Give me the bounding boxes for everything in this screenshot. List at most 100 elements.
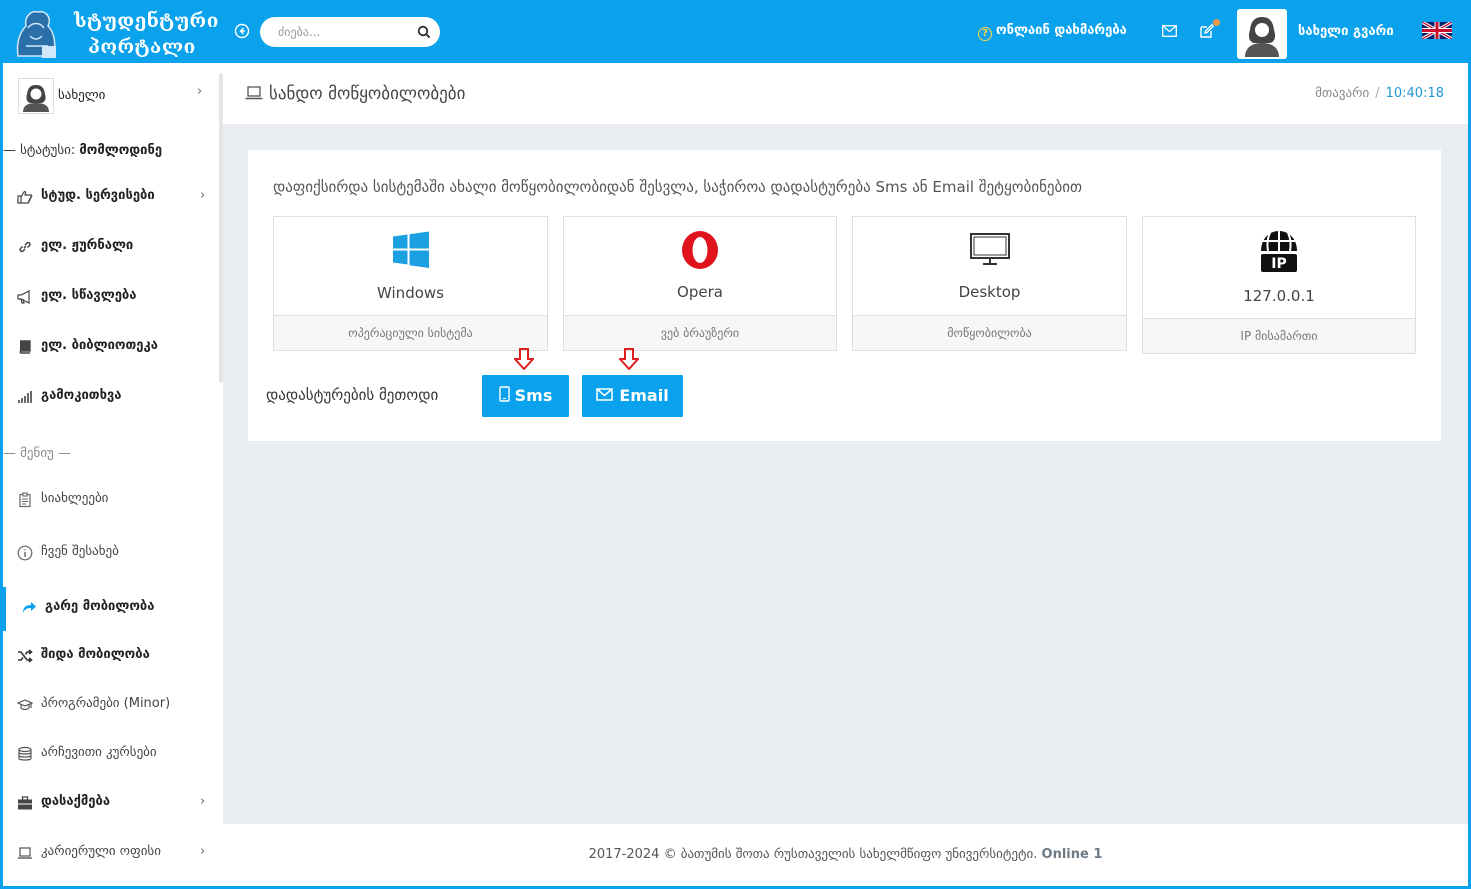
sidebar-item-label: არჩევითი კურსები (41, 745, 157, 760)
sidebar-profile[interactable]: სახელი › (3, 63, 219, 128)
mail-icon[interactable] (1162, 25, 1177, 37)
megaphone-icon (17, 290, 30, 304)
share-arrow-icon (23, 602, 36, 613)
device-card-device: Desktop მოწყობილობა (852, 216, 1127, 351)
briefcase-icon (18, 796, 32, 810)
ip-globe-icon: IP (1261, 231, 1297, 272)
brand-title-line1: სტუდენტური (74, 10, 219, 32)
email-button[interactable]: Email (582, 375, 683, 417)
sidebar-item-e-learning[interactable]: ელ. სწავლება (3, 279, 219, 315)
footer: 2017-2024 © ბათუმის შოთა რუსთაველის სახე… (223, 824, 1468, 886)
laptop-icon (18, 847, 32, 859)
sidebar-item-about-us[interactable]: ჩვენ შესახებ (3, 535, 219, 571)
sidebar-item-label: გამოკითხვა (41, 388, 122, 403)
sidebar-item-label: კარიერული ოფისი (41, 844, 161, 859)
graduation-cap-icon (17, 699, 33, 711)
profile-avatar (18, 78, 54, 114)
status-label: — სტატუსი: (3, 143, 76, 158)
status-value: მომლოდინე (79, 143, 163, 158)
page-header: სანდო მოწყობილობები მთავარი / 10:40:18 (223, 63, 1468, 124)
sidebar-item-e-journal[interactable]: ელ. ჟურნალი (3, 229, 219, 265)
status-line: — სტატუსი: მომლოდინე (3, 143, 162, 158)
sidebar-item-label: სტუდ. სერვისები (41, 188, 155, 203)
device-card-value: Desktop (958, 283, 1021, 301)
chevron-right-icon: › (200, 844, 206, 859)
brand[interactable]: სტუდენტური პორტალი (6, 4, 221, 60)
user-name[interactable]: სახელი გვარი (1298, 24, 1394, 39)
menu-section-label: — მენიუ — (3, 446, 71, 461)
book-icon (19, 340, 31, 354)
sidebar-item-news[interactable]: სიახლეები (3, 482, 219, 518)
chevron-right-icon: › (200, 188, 206, 203)
profile-name: სახელი (58, 88, 106, 103)
user-avatar[interactable] (1237, 9, 1287, 59)
search-icon[interactable] (417, 25, 431, 39)
device-card-caption: ვებ ბრაუზერი (564, 315, 836, 350)
sidebar-item-minor-programs[interactable]: პროგრამები (Minor) (3, 687, 219, 723)
sidebar-item-label: შიდა მობილობა (41, 647, 150, 662)
sidebar-item-label: დასაქმება (41, 794, 111, 809)
device-card-caption: ოპერაციული სისტემა (274, 315, 547, 350)
database-icon (18, 746, 32, 761)
uk-flag-icon[interactable] (1422, 22, 1452, 39)
info-icon (17, 545, 33, 561)
university-logo-icon (16, 10, 56, 58)
signal-bars-icon (18, 391, 32, 403)
sidebar-item-student-services[interactable]: სტუდ. სერვისები › (3, 179, 219, 215)
device-card-ip: IP 127.0.0.1 IP მისამართი (1142, 216, 1416, 354)
online-help-label: ონლაინ დახმარება (996, 23, 1127, 38)
mobile-phone-icon (498, 386, 510, 402)
online-count: Online 1 (1041, 847, 1103, 862)
windows-icon (392, 231, 429, 268)
question-icon: ? (978, 27, 992, 41)
device-card-caption: მოწყობილობა (853, 315, 1126, 350)
breadcrumb-separator: / (1375, 86, 1380, 101)
search-input[interactable] (278, 24, 418, 40)
clipboard-icon (19, 492, 31, 508)
sidebar-item-e-library[interactable]: ელ. ბიბლიოთეკა (3, 329, 219, 365)
chevron-right-icon: › (197, 84, 203, 99)
device-card-value: 127.0.0.1 (1243, 287, 1315, 305)
device-card-value: Windows (377, 284, 444, 302)
user-silhouette-icon (1245, 17, 1279, 57)
notification-dot (1212, 18, 1221, 27)
verification-method-label: დადასტურების მეთოდი (266, 386, 439, 404)
device-card-value: Opera (677, 283, 723, 301)
top-bar: სტუდენტური პორტალი ? ონლაინ დახმარება სახ… (0, 0, 1471, 63)
sidebar-item-career-office[interactable]: კარიერული ოფისი › (3, 835, 219, 871)
sidebar-item-survey[interactable]: გამოკითხვა (3, 379, 219, 415)
sms-button[interactable]: Sms (482, 375, 569, 417)
sidebar-item-label: გარე მობილობა (45, 599, 155, 614)
hand-point-icon (17, 190, 33, 204)
user-silhouette-icon (23, 85, 49, 112)
email-button-label: Email (619, 386, 669, 405)
search-box (260, 17, 440, 47)
svg-text:IP: IP (1271, 256, 1286, 272)
sidebar-item-external-mobility[interactable]: გარე მობილობა (3, 587, 219, 631)
online-help-link[interactable]: ? ონლაინ დახმარება (978, 23, 1127, 41)
collapse-sidebar-icon[interactable] (234, 23, 250, 39)
breadcrumb-home[interactable]: მთავარი (1315, 86, 1369, 101)
device-card-browser: Opera ვებ ბრაუზერი (563, 216, 837, 351)
laptop-icon (245, 86, 263, 100)
breadcrumb: მთავარი / 10:40:18 (1315, 86, 1444, 101)
new-device-message: დაფიქსირდა სისტემაში ახალი მოწყობილობიდა… (273, 178, 1083, 196)
clock-time: 10:40:18 (1385, 86, 1444, 101)
sidebar-item-internal-mobility[interactable]: შიდა მობილობა (3, 638, 219, 674)
sidebar-item-employment[interactable]: დასაქმება › (3, 785, 219, 821)
sidebar: სახელი › — სტატუსი: მომლოდინე სტუდ. სერვ… (3, 63, 223, 889)
sidebar-item-label: ელ. სწავლება (41, 288, 137, 303)
page-title: სანდო მოწყობილობები (245, 84, 465, 104)
arrow-down-icon (619, 348, 639, 370)
copyright-text: 2017-2024 © ბათუმის შოთა რუსთაველის სახე… (588, 847, 1038, 862)
sidebar-item-label: პროგრამები (Minor) (41, 696, 171, 711)
main-content: სანდო მოწყობილობები მთავარი / 10:40:18 დაფ… (223, 63, 1468, 824)
sidebar-item-label: ჩვენ შესახებ (41, 544, 119, 559)
opera-icon (682, 231, 718, 269)
link-icon (19, 241, 31, 253)
footer-text: 2017-2024 © ბათუმის შოთა რუსთაველის სახე… (223, 847, 1468, 862)
sms-button-label: Sms (514, 386, 553, 405)
sidebar-item-elective-courses[interactable]: არჩევითი კურსები (3, 736, 219, 772)
page-title-text: სანდო მოწყობილობები (269, 84, 466, 104)
trusted-device-panel: დაფიქსირდა სისტემაში ახალი მოწყობილობიდა… (248, 150, 1441, 441)
